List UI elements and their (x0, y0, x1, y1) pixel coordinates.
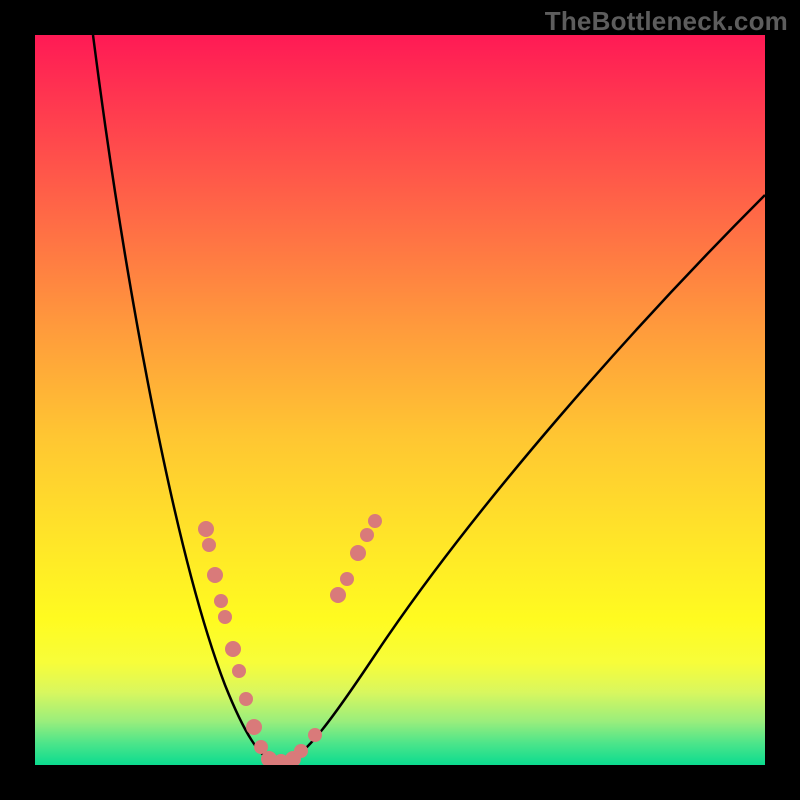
sample-dot (340, 572, 354, 586)
sample-dot (202, 538, 216, 552)
sample-dot (360, 528, 374, 542)
plot-area (35, 35, 765, 765)
sample-dot (218, 610, 232, 624)
sample-dot (308, 728, 322, 742)
sample-dot (198, 521, 214, 537)
sample-dots-layer (35, 35, 765, 765)
sample-dot (232, 664, 246, 678)
sample-dot (330, 587, 346, 603)
sample-dot (368, 514, 382, 528)
sample-dot (239, 692, 253, 706)
sample-dot (350, 545, 366, 561)
sample-dot (225, 641, 241, 657)
chart-stage: TheBottleneck.com (0, 0, 800, 800)
sample-dot (246, 719, 262, 735)
sample-dots (198, 514, 382, 765)
sample-dot (294, 744, 308, 758)
sample-dot (214, 594, 228, 608)
watermark-text: TheBottleneck.com (545, 6, 788, 37)
sample-dot (207, 567, 223, 583)
